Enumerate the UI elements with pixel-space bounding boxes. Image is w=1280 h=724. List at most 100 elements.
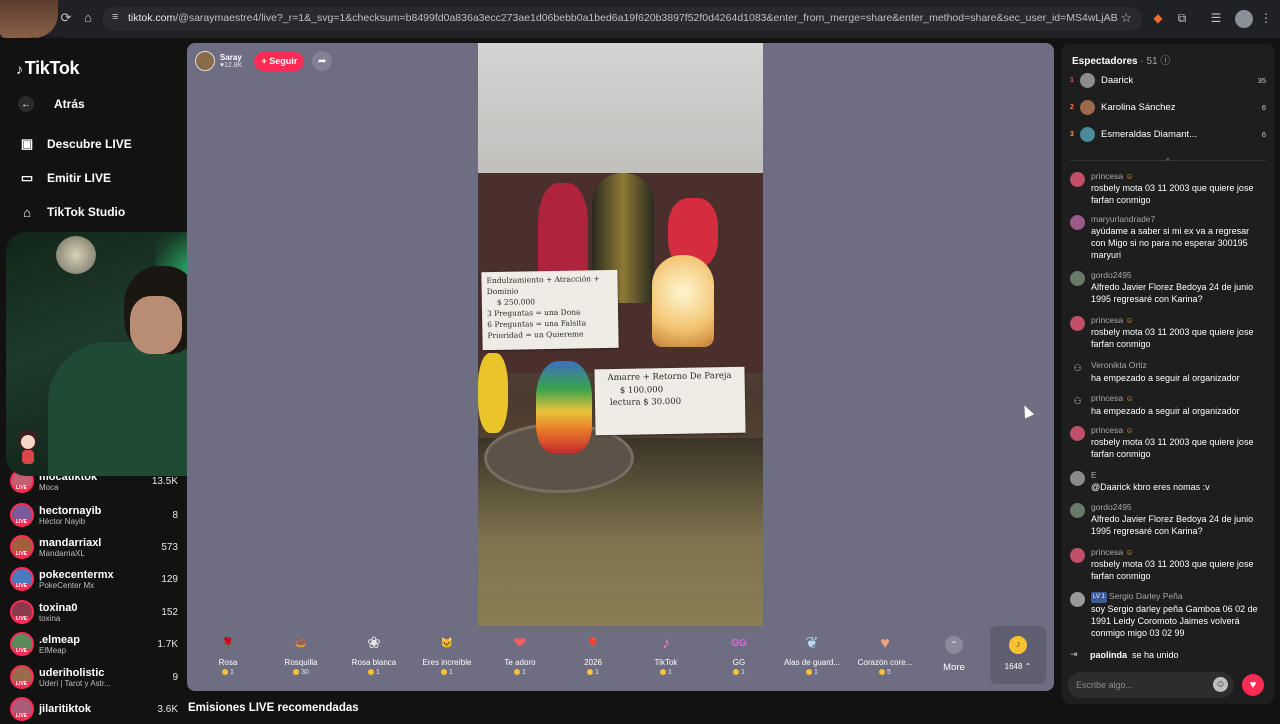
live-stream-area[interactable]: Endulzamiento + Atracción + Dominio $ 25… xyxy=(187,43,1054,691)
avatar[interactable] xyxy=(1070,548,1085,563)
sidebar-item-discover-live[interactable]: ▣ Descubre LIVE xyxy=(18,133,132,155)
gift-item[interactable]: ❀ Rosa blanca 1 xyxy=(338,626,410,688)
tiktok-icon: ♪ xyxy=(662,635,670,652)
gift-item[interactable]: 🐱 Eres increíble 1 xyxy=(411,626,483,688)
gift-item[interactable]: ❦ Alas de guard... 1 xyxy=(776,626,848,688)
following-item[interactable]: LIVE .elmeap ElMeap 1.7K xyxy=(10,629,178,659)
tune-icon[interactable]: ≡ xyxy=(112,11,118,23)
following-item[interactable]: LIVE pokecentermx PokeCenter Mx 129 xyxy=(10,564,178,594)
comment-box[interactable]: ☺ xyxy=(1068,672,1234,698)
avatar[interactable] xyxy=(1070,503,1085,518)
avatar[interactable] xyxy=(1080,99,1095,115)
avatar[interactable]: LIVE xyxy=(10,503,34,527)
share-icon[interactable]: ➦ xyxy=(312,51,333,71)
avatar[interactable]: LIVE xyxy=(10,665,34,689)
rank-number: 3 xyxy=(1070,130,1074,138)
avatar[interactable] xyxy=(1070,271,1085,286)
chat-message: gordo2495 Alfredo Javier Florez Bedoya 24… xyxy=(1070,270,1266,305)
top-viewer[interactable]: 2 Karolina Sánchez 6 xyxy=(1070,98,1266,116)
viewer-count: 9 xyxy=(172,671,178,683)
avatar[interactable]: LIVE xyxy=(10,697,34,721)
gift-price: 1 xyxy=(411,669,483,676)
top-viewer[interactable]: 3 Esmeraldas Diamant... 6 xyxy=(1070,125,1266,143)
star-icon[interactable]: ☆ xyxy=(1120,10,1132,26)
avatar[interactable]: LIVE xyxy=(10,535,34,559)
coin-icon xyxy=(879,669,886,676)
more-gifts-button[interactable]: ⌃ More xyxy=(930,632,978,673)
following-name: toxina0 xyxy=(39,601,78,614)
coin-icon xyxy=(222,669,229,676)
avatar[interactable] xyxy=(1080,72,1095,88)
avatar[interactable] xyxy=(1070,426,1085,441)
chat-username[interactable]: princesa ☺ xyxy=(1091,547,1266,558)
follow-button[interactable]: + Seguir xyxy=(254,51,305,71)
chat-username[interactable]: princesa ☺ xyxy=(1091,425,1266,436)
top-viewer[interactable]: 1 Daarick 35 xyxy=(1070,71,1266,89)
chat-username[interactable]: LV 1 Sergio Darley Peña xyxy=(1091,591,1266,603)
gift-item[interactable]: ♪ TikTok 1 xyxy=(630,626,702,688)
menu-icon[interactable]: ⋮ xyxy=(1258,10,1274,26)
gift-item[interactable]: 🌹 Rosa 1 xyxy=(192,626,264,688)
like-heart-button[interactable]: ♥ xyxy=(1242,674,1264,696)
live-badge: LIVE xyxy=(14,616,30,622)
chat-username[interactable]: E xyxy=(1091,470,1266,481)
comment-input[interactable] xyxy=(1076,677,1206,693)
following-item[interactable]: LIVE hectornayib Héctor Nayib 8 xyxy=(10,500,178,530)
live-video[interactable]: Endulzamiento + Atracción + Dominio $ 25… xyxy=(478,43,763,626)
gift-item[interactable]: ❤ Te adoro 1 xyxy=(484,626,556,688)
gift-item[interactable]: 🎈 2026 1 xyxy=(557,626,629,688)
media-icon[interactable]: ☰ xyxy=(1208,10,1224,26)
extension-icon[interactable]: ◆ xyxy=(1150,10,1166,26)
viewer-score: 6 xyxy=(1261,102,1266,112)
address-bar[interactable]: ≡ tiktok.com/@saraymaestre4/live?_r=1&_s… xyxy=(102,7,1142,31)
chat-username[interactable]: princesa ☺ xyxy=(1091,393,1266,404)
gift-item[interactable]: ♥ Corazón core... 5 xyxy=(849,626,921,688)
avatar[interactable] xyxy=(1070,316,1085,331)
avatar[interactable] xyxy=(1080,126,1095,142)
gift-item[interactable]: GG GG 1 xyxy=(703,626,775,688)
chat-username[interactable]: gordo2495 xyxy=(1091,270,1266,281)
gift-price: 1 xyxy=(630,669,702,676)
host-name[interactable]: Saray xyxy=(220,53,242,62)
avatar[interactable]: LIVE xyxy=(10,600,34,624)
sidebar-item-go-live[interactable]: ▭ Emitir LIVE xyxy=(18,167,111,189)
following-subname: toxina xyxy=(39,613,61,623)
gift-item[interactable]: 🍩 Rosquilla 30 xyxy=(265,626,337,688)
system-message: ⚇ Veronikta Ortiz ha empezado a seguir al … xyxy=(1070,360,1266,385)
sidebar-item-tiktok-studio[interactable]: ⌂ TikTok Studio xyxy=(18,201,125,223)
chat-username[interactable]: princesa ☺ xyxy=(1091,171,1266,182)
studio-icon: ⌂ xyxy=(23,204,31,220)
following-item[interactable]: LIVE mandarriaxl MandarriaXL 573 xyxy=(10,532,178,562)
host-info[interactable]: Saray ♥12.8K + Seguir ➦ xyxy=(195,51,333,71)
viewer-score: 6 xyxy=(1261,129,1266,139)
puzzle-icon[interactable]: ⧉ xyxy=(1174,10,1190,26)
home-icon[interactable]: ⌂ xyxy=(80,10,96,26)
chevron-up-icon: ⌃ xyxy=(945,636,963,654)
arrow-left-icon: ← xyxy=(18,96,34,112)
host-avatar[interactable] xyxy=(195,51,215,71)
viewer-count: 129 xyxy=(161,573,178,585)
following-item[interactable]: LIVE uderiholistic Uderi | Tarot y Astr...… xyxy=(10,662,178,692)
coin-balance-button[interactable]: ♪ 1648 ⌃ xyxy=(990,626,1046,684)
chat-username[interactable]: maryurlandrade7 xyxy=(1091,214,1266,225)
following-item[interactable]: LIVE toxina0 toxina 152 xyxy=(10,597,178,627)
avatar[interactable] xyxy=(1070,471,1085,486)
avatar[interactable] xyxy=(1070,172,1085,187)
profile-icon[interactable] xyxy=(1235,10,1253,28)
avatar[interactable] xyxy=(1070,592,1085,607)
avatar[interactable] xyxy=(1070,215,1085,230)
chat-username[interactable]: princesa ☺ xyxy=(1091,315,1266,326)
emoji-icon[interactable]: ☺ xyxy=(1213,677,1228,692)
chat-username[interactable]: gordo2495 xyxy=(1091,502,1266,513)
viewers-title[interactable]: Espectadores · 51 ⓘ xyxy=(1072,52,1170,67)
emoji-badge-icon: ☺ xyxy=(1125,426,1134,435)
avatar[interactable]: LIVE xyxy=(10,567,34,591)
tiktok-logo[interactable]: ♪ TikTok xyxy=(16,58,80,79)
live-badge: LIVE xyxy=(14,713,30,719)
reload-icon[interactable]: ⟳ xyxy=(58,10,74,26)
gift-name: Eres increíble xyxy=(422,658,472,667)
avatar[interactable]: LIVE xyxy=(10,632,34,656)
chat-panel: Espectadores · 51 ⓘ 1 Daarick 35 2 Karolina … xyxy=(1062,44,1274,704)
back-button[interactable]: ← Atrás xyxy=(18,93,85,115)
chat-username[interactable]: Veronikta Ortiz xyxy=(1091,360,1266,371)
